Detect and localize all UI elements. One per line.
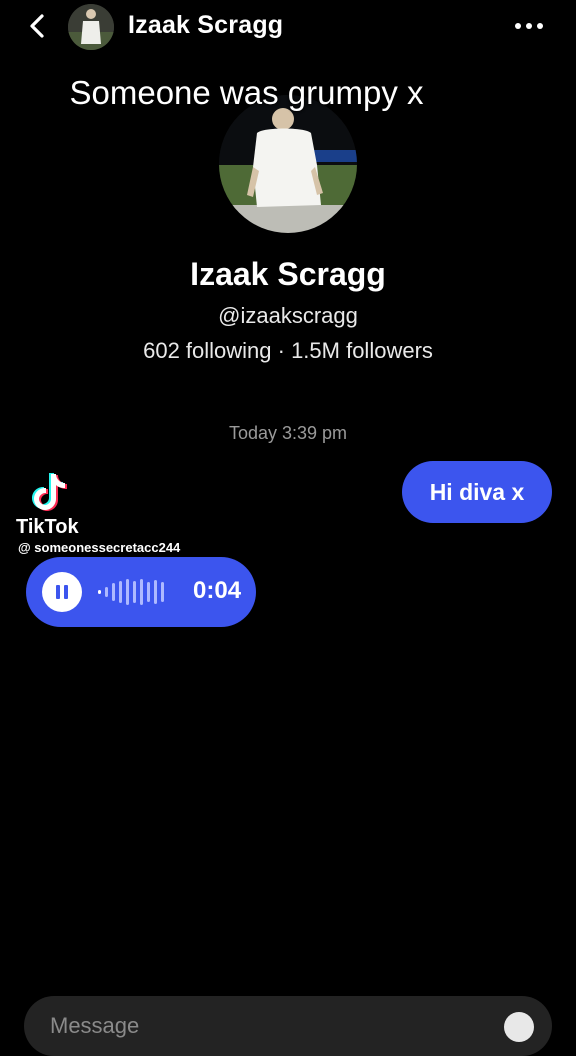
contact-name[interactable]: Izaak Scragg xyxy=(128,11,283,40)
more-options-button[interactable] xyxy=(512,12,546,40)
avatar[interactable] xyxy=(68,4,114,50)
pause-icon[interactable] xyxy=(42,572,82,612)
tiktok-brand-label: TikTok xyxy=(16,516,79,538)
profile-handle: @izaakscragg xyxy=(218,303,358,328)
tiktok-username: @ someonessecretacc244 xyxy=(18,540,181,555)
chat-header: Izaak Scragg xyxy=(0,0,576,56)
tiktok-logo-icon xyxy=(32,473,67,511)
profile-photo-image xyxy=(219,95,357,233)
outgoing-message-bubble[interactable]: Hi diva x xyxy=(402,461,552,523)
message-input[interactable] xyxy=(48,1010,482,1042)
tiktok-watermark: TikTok @ someonessecretacc244 xyxy=(16,470,236,560)
message-timestamp: Today 3:39 pm xyxy=(228,423,348,443)
profile-photo[interactable] xyxy=(219,95,357,233)
more-dots-icon xyxy=(515,23,543,29)
emoji-icon[interactable] xyxy=(504,1012,534,1042)
waveform-icon xyxy=(98,579,164,605)
avatar-image xyxy=(68,4,114,50)
profile-name: Izaak Scragg xyxy=(190,256,386,292)
voice-duration: 0:04 xyxy=(193,577,242,604)
back-chevron-icon xyxy=(30,14,44,38)
profile-stats: 602 following · 1.5M followers xyxy=(143,338,433,363)
video-caption-overlay: Someone was grumpy x xyxy=(69,74,424,111)
back-button[interactable] xyxy=(24,10,52,42)
voice-message-bubble[interactable]: 0:04 xyxy=(26,557,256,627)
message-composer xyxy=(24,996,552,1056)
